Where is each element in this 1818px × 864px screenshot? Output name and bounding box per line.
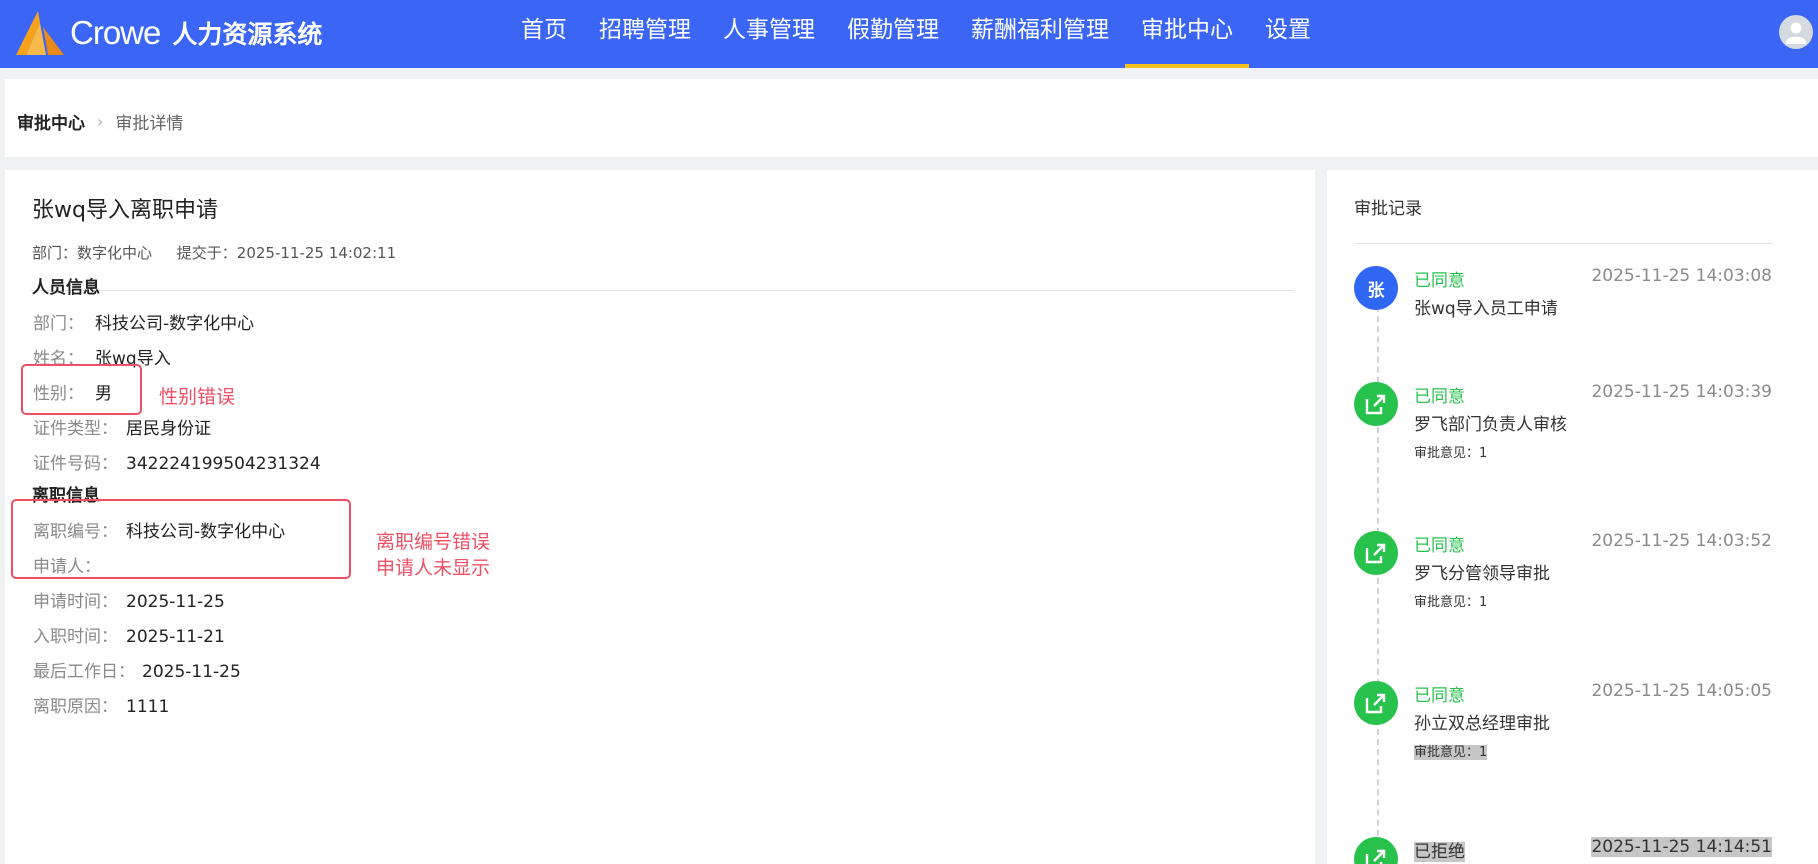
user-icon [1786, 22, 1806, 44]
approval-step-name: 罗飞分管领导审批 [1414, 564, 1550, 584]
divider [30, 290, 1294, 291]
approval-time: 2025-11-25 14:03:52 [1591, 531, 1772, 551]
field-label: 证件号码： [33, 454, 118, 474]
field-value: 1111 [126, 697, 170, 717]
field-label: 入职时间： [33, 627, 118, 647]
nav-personnel[interactable]: 人事管理 [707, 0, 831, 68]
share-icon [1354, 681, 1398, 725]
approval-opinion: 审批意见：1 [1414, 595, 1488, 610]
field-id-number: 证件号码： 342224199504231324 [33, 449, 321, 474]
field-value: 2025-11-25 [126, 592, 225, 612]
divider [1354, 243, 1772, 244]
field-label: 申请时间： [33, 592, 118, 612]
approval-status-text: 已拒绝 [1414, 842, 1465, 862]
page-title: 张wq导入离职申请 [32, 198, 218, 223]
main-nav: 首页 招聘管理 人事管理 假勤管理 薪酬福利管理 审批中心 设置 [505, 0, 1327, 68]
logo[interactable]: Crowe 人力资源系统 [16, 10, 322, 56]
field-entry-date: 入职时间： 2025-11-21 [33, 622, 225, 647]
system-name: 人力资源系统 [172, 20, 323, 49]
chevron-right-icon: › [97, 112, 104, 131]
field-last-workday: 最后工作日： 2025-11-25 [33, 657, 241, 682]
department-meta: 部门：数字化中心 [32, 244, 153, 262]
gender-error-highlight [21, 364, 142, 415]
nav-compensation[interactable]: 薪酬福利管理 [955, 0, 1125, 68]
field-id-type: 证件类型： 居民身份证 [33, 414, 211, 439]
share-icon [1354, 382, 1398, 426]
approval-status: 已同意 [1414, 536, 1465, 556]
crowe-logo-icon [16, 11, 64, 55]
field-label: 部门： [33, 314, 84, 334]
breadcrumb-root[interactable]: 审批中心 [17, 109, 85, 134]
field-apply-date: 申请时间： 2025-11-25 [33, 587, 225, 612]
approval-time: 2025-11-25 14:14:51 [1591, 837, 1772, 857]
approval-status: 已同意 [1414, 686, 1465, 706]
field-department: 部门： 科技公司-数字化中心 [33, 309, 254, 334]
field-value: 科技公司-数字化中心 [95, 314, 255, 334]
section-personnel-heading: 人员信息 [32, 278, 100, 298]
nav-approval-center[interactable]: 审批中心 [1125, 0, 1249, 68]
field-label: 证件类型： [33, 419, 118, 439]
nav-attendance[interactable]: 假勤管理 [831, 0, 955, 68]
approval-records-title: 审批记录 [1354, 199, 1422, 219]
breadcrumb-current: 审批详情 [115, 114, 184, 134]
applicant-avatar: 张 [1354, 266, 1398, 310]
approval-opinion: 审批意见：1 [1414, 446, 1488, 461]
approval-time: 2025-11-25 14:03:08 [1591, 266, 1772, 286]
breadcrumb-card: 审批中心 › 审批详情 [5, 79, 1818, 157]
approval-opinion-text: 审批意见：1 [1414, 745, 1488, 760]
nav-recruitment[interactable]: 招聘管理 [583, 0, 707, 68]
approval-step-name: 张wq导入员工申请 [1414, 299, 1558, 319]
approval-status: 已同意 [1414, 387, 1465, 407]
detail-card: 张wq导入离职申请 部门：数字化中心 提交于：2025-11-25 14:02:… [5, 170, 1315, 864]
gender-error-note: 性别错误 [159, 386, 236, 408]
field-value: 2025-11-21 [126, 627, 225, 647]
approval-time: 2025-11-25 14:05:05 [1591, 681, 1772, 701]
approval-step-name: 罗飞部门负责人审核 [1414, 415, 1567, 435]
approval-time: 2025-11-25 14:03:39 [1591, 382, 1772, 402]
field-label: 离职原因： [33, 697, 118, 717]
request-meta: 部门：数字化中心 提交于：2025-11-25 14:02:11 [32, 242, 416, 263]
approval-records-panel: 审批记录 张 已同意 2025-11-25 14:03:08 张wq导入员工申请… [1327, 170, 1818, 864]
approval-step-name: 孙立双总经理审批 [1414, 714, 1550, 734]
applicant-missing-note: 申请人未显示 [376, 557, 491, 579]
share-icon [1354, 531, 1398, 575]
field-value: 2025-11-25 [142, 662, 241, 682]
brand-name: Crowe [70, 14, 161, 51]
user-avatar[interactable] [1779, 15, 1813, 49]
breadcrumb: 审批中心 › 审批详情 [17, 109, 183, 134]
approval-status: 已拒绝 [1414, 837, 1465, 862]
submitted-meta: 提交于：2025-11-25 14:02:11 [176, 244, 397, 262]
nav-home[interactable]: 首页 [505, 0, 583, 68]
share-icon [1354, 837, 1398, 864]
approval-status: 已同意 [1414, 271, 1465, 291]
approval-time-text: 2025-11-25 14:14:51 [1591, 837, 1772, 857]
resignation-error-highlight [11, 499, 351, 579]
nav-settings[interactable]: 设置 [1249, 0, 1327, 68]
field-reason: 离职原因： 1111 [33, 692, 169, 717]
field-label: 最后工作日： [33, 662, 135, 682]
approval-opinion: 审批意见：1 [1414, 741, 1488, 760]
top-navigation-bar: Crowe 人力资源系统 首页 招聘管理 人事管理 假勤管理 薪酬福利管理 审批… [0, 0, 1818, 68]
field-value: 居民身份证 [126, 419, 211, 439]
number-error-note: 离职编号错误 [376, 531, 491, 553]
field-value: 342224199504231324 [126, 454, 321, 474]
